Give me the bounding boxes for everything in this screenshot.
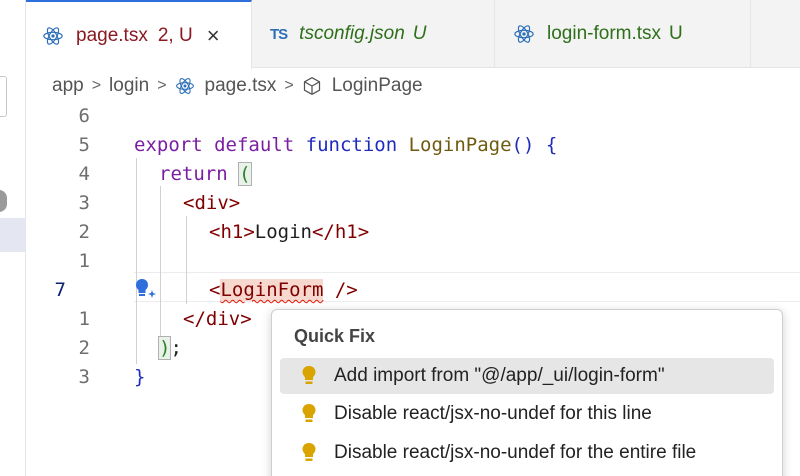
code-line: );: [157, 336, 182, 360]
quick-fix-disable-file[interactable]: Disable react/jsx-no-undef for the entir…: [280, 435, 774, 471]
indent-guide: [136, 158, 137, 364]
line-number: 3: [78, 192, 90, 214]
react-icon: [513, 23, 535, 45]
tab-page-tsx[interactable]: page.tsx 2, U ×: [26, 0, 252, 69]
line-number: 6: [78, 105, 90, 127]
code-line: }: [134, 366, 146, 388]
indent-guide: [160, 186, 161, 336]
lightbulb-icon: [300, 403, 318, 425]
quick-fix-label: Add import from "@/app/_ui/login-form": [334, 365, 665, 386]
line-number: 2: [78, 221, 90, 243]
react-icon: [175, 76, 195, 96]
breadcrumb-item-app[interactable]: app: [52, 75, 84, 97]
breadcrumb-item-loginpage[interactable]: LoginPage: [332, 75, 423, 97]
sidebar-edge: [0, 0, 26, 476]
symbol-class-icon: [302, 76, 322, 96]
quick-fix-add-import[interactable]: Add import from "@/app/_ui/login-form": [280, 358, 774, 394]
line-number: 1: [78, 250, 90, 272]
line-number: 2: [78, 337, 90, 359]
code-line: <div>: [183, 192, 241, 214]
quick-fix-title: Quick Fix: [294, 326, 376, 346]
breadcrumb-item-page-tsx[interactable]: page.tsx: [205, 75, 277, 97]
editor-tab-bar: page.tsx 2, U × TS tsconfig.json U login…: [26, 0, 800, 69]
code-line: <h1>Login</h1>: [209, 221, 370, 243]
line-number: 3: [78, 366, 90, 388]
indent-guide: [186, 216, 187, 304]
chevron-right-icon: >: [284, 77, 294, 94]
sidebar-selected-item[interactable]: [0, 218, 26, 252]
code-line: return (: [159, 162, 252, 186]
code-line-error: <LoginForm />: [209, 279, 358, 301]
line-number: 4: [78, 163, 90, 185]
line-number-current: 7: [54, 279, 66, 301]
code-line: </div>: [183, 308, 252, 330]
untracked-badge: U: [412, 23, 427, 44]
tab-login-form-tsx[interactable]: login-form.tsx U: [495, 0, 751, 68]
ts-icon: TS: [270, 25, 288, 43]
tab-tsconfig-json[interactable]: TS tsconfig.json U: [252, 0, 495, 68]
react-icon: [42, 25, 64, 47]
tab-label: tsconfig.json: [299, 23, 405, 44]
lightbulb-icon: [300, 365, 318, 387]
undefined-component-error[interactable]: LoginForm: [220, 279, 324, 301]
quick-fix-label: Disable react/jsx-no-undef for the entir…: [334, 442, 697, 463]
chevron-right-icon: >: [157, 77, 167, 94]
chevron-right-icon: >: [91, 77, 102, 94]
quick-fix-label: Disable react/jsx-no-undef for this line: [334, 403, 652, 424]
code-line: export default function LoginPage() {: [134, 134, 558, 156]
lightbulb-icon: [300, 442, 318, 464]
problem-badge: 2, U: [157, 24, 193, 46]
breadcrumb: app > login > page.tsx > LoginPage: [52, 72, 423, 100]
breadcrumb-item-login[interactable]: login: [109, 75, 149, 97]
quick-fix-menu: Quick Fix Add import from "@/app/_ui/log…: [271, 309, 783, 476]
line-number: 1: [78, 308, 90, 330]
sidebar-badge: [0, 190, 7, 212]
untracked-badge: U: [669, 23, 683, 44]
tab-label: page.tsx: [76, 24, 148, 46]
lightbulb-sparkle-icon[interactable]: [134, 278, 158, 300]
tab-label: login-form.tsx: [547, 23, 662, 44]
line-number: 5: [78, 134, 90, 156]
quick-fix-disable-line[interactable]: Disable react/jsx-no-undef for this line: [280, 396, 774, 432]
close-icon[interactable]: ×: [207, 23, 220, 49]
sidebar-input-edge[interactable]: [0, 76, 7, 117]
